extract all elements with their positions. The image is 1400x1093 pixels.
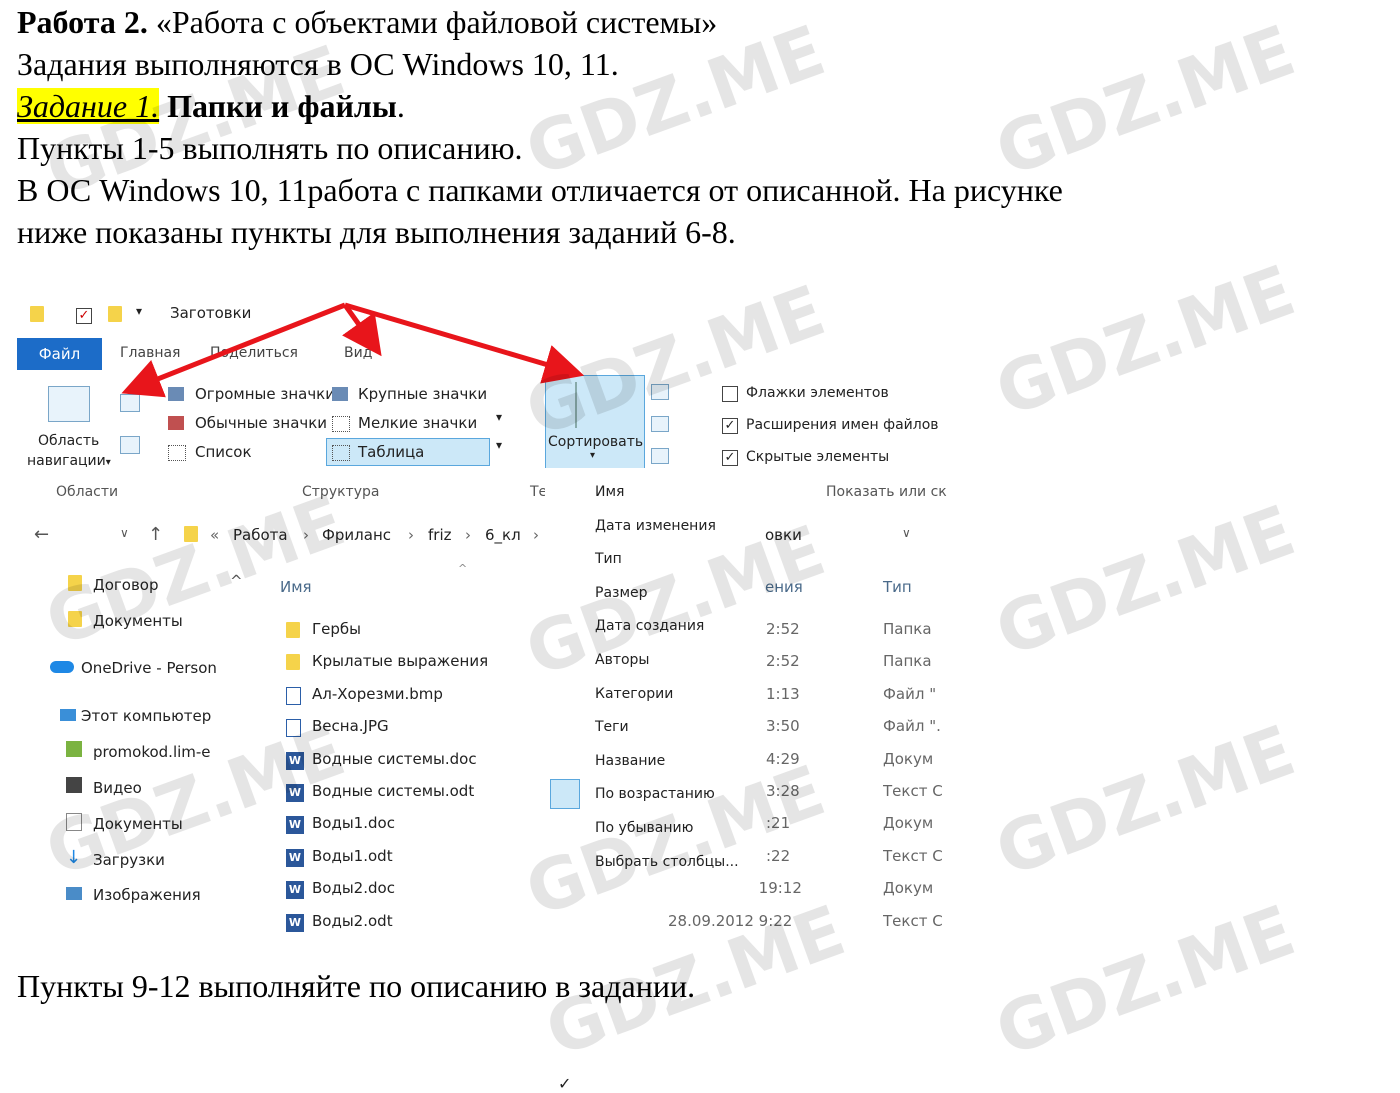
task-label: Задание 1.	[17, 88, 160, 124]
annotation-arrows	[121, 302, 585, 398]
arrow-to-panes	[121, 302, 346, 398]
arrow-to-sort	[344, 302, 585, 384]
doc-task-line: Задание 1. Папки и файлы.	[17, 86, 405, 126]
watermark-text: GDZ.ME	[985, 9, 1306, 193]
doc-items-1-5: Пункты 1-5 выполнять по описанию.	[17, 130, 523, 166]
doc-title-bold: Работа 2.	[17, 4, 148, 40]
task-dot: .	[396, 88, 405, 124]
doc-title: Работа 2. «Работа с объектами файловой с…	[17, 2, 717, 42]
task-title: Папки и файлы	[159, 88, 397, 124]
doc-items-9-12: Пункты 9-12 выполняйте по описанию в зад…	[17, 968, 696, 1004]
watermark-text: GDZ.ME	[985, 889, 1306, 1073]
doc-title-rest: «Работа с объектами файловой системы»	[147, 4, 718, 40]
watermark-text: GDZ.ME	[985, 249, 1306, 433]
watermark-text: GDZ.ME	[985, 489, 1306, 673]
check-icon: ✓	[558, 1074, 572, 1093]
doc-note-line1: В ОС Windows 10, 11работа с папками отли…	[17, 172, 1063, 208]
watermark-text: GDZ.ME	[985, 709, 1306, 893]
doc-os-line: Задания выполняются в ОС Windows 10, 11.	[17, 46, 619, 82]
doc-note-line2: ниже показаны пункты для выполнения зада…	[17, 214, 736, 250]
explorer-screenshot: ✓ ▾ Заготовки Файл Главная Поделиться Ви…	[0, 290, 960, 1093]
